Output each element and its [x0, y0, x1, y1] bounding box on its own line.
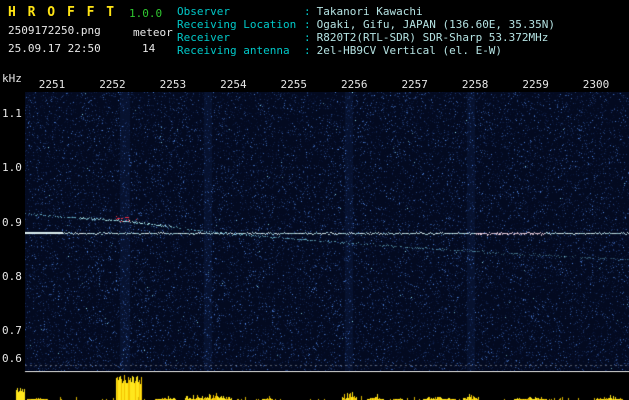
freq-tick-label: 0.7 [2, 324, 22, 337]
info-row-receiver: Receiver : R820T2(RTL-SDR) SDR-Sharp 53.… [177, 31, 555, 44]
info-label: Receiving antenna [177, 44, 290, 57]
time-tick-label: 2258 [461, 78, 489, 91]
info-colon: : [304, 31, 311, 44]
amplitude-strip-canvas [0, 371, 629, 400]
time-tick-label: 2259 [522, 78, 549, 91]
freq-tick-label: 0.6 [2, 352, 22, 365]
info-colon: : [304, 18, 311, 31]
info-value: Ogaki, Gifu, JAPAN (136.60E, 35.35N) [316, 18, 556, 31]
echo-count: 14 [142, 42, 156, 55]
station-info-panel: Observer : Takanori Kawachi Receiving Lo… [177, 5, 555, 57]
info-row-location: Receiving Location : Ogaki, Gifu, JAPAN … [177, 18, 555, 31]
mode-label: meteor [133, 26, 173, 39]
time-tick-label: 2255 [280, 78, 308, 91]
time-tick-label: 2251 [38, 78, 66, 91]
info-row-antenna: Receiving antenna : 2el-HB9CV Vertical (… [177, 44, 555, 57]
time-tick-label: 2257 [401, 78, 428, 91]
freq-axis-unit: kHz [2, 72, 22, 85]
info-value: R820T2(RTL-SDR) SDR-Sharp 53.372MHz [316, 31, 549, 44]
freq-tick-label: 1.1 [2, 107, 22, 120]
info-label: Receiver [177, 31, 230, 44]
time-tick-label: 2256 [341, 78, 368, 91]
info-label: Receiving Location [177, 18, 297, 31]
freq-tick-label: 1.0 [2, 161, 22, 174]
time-tick-label: 2300 [582, 78, 610, 91]
info-value: 2el-HB9CV Vertical (el. E-W) [316, 44, 503, 57]
info-label: Observer [177, 5, 230, 18]
freq-tick-label: 0.9 [2, 216, 22, 229]
time-tick-label: 2254 [220, 78, 247, 91]
info-row-observer: Observer : Takanori Kawachi [177, 5, 555, 18]
hrofft-output: H R O F F T 1.0.0 2509172250.png meteor … [0, 0, 629, 400]
info-colon: : [304, 44, 311, 57]
spectrogram-canvas [25, 92, 629, 372]
time-tick-label: 2252 [99, 78, 126, 91]
frequency-axis: kHz 1.1 1.0 0.9 0.8 0.7 0.6 [0, 0, 25, 400]
app-version: 1.0.0 [129, 7, 163, 20]
info-colon: : [304, 5, 311, 18]
time-axis: 2251 2252 2253 2254 2255 2256 2257 2258 2259 2300 [25, 70, 629, 92]
time-tick-label: 2253 [159, 78, 187, 91]
info-value: Takanori Kawachi [316, 5, 423, 18]
freq-tick-label: 0.8 [2, 270, 22, 283]
